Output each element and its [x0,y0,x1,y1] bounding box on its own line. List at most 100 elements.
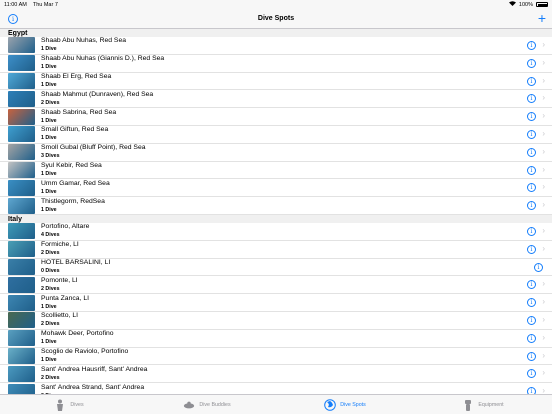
info-icon[interactable]: i [527,280,536,290]
list-item[interactable]: Shaab Abu Nuhas (Giannis D.), Red Sea 1 D… [0,55,552,73]
list-item[interactable]: Scollietto, LI 2 Dives i › [0,312,552,330]
chevron-right-icon: › [542,200,545,210]
list-item[interactable]: Shaab El Erg, Red Sea 1 Dive i › [0,72,552,91]
list-item[interactable]: Punta Zanca, LI 1 Dive i › [0,294,552,312]
dive-spot-photo [8,258,35,275]
tab-label: Dive Buddies [199,401,231,408]
dive-count: 1 Dive [41,135,57,142]
dive-count: 1 Dive [41,188,57,195]
dive-spot-photo [8,347,35,364]
info-icon[interactable]: i [527,112,536,122]
status-time: 11:00 AM [4,1,27,8]
dive-count: 1 Dive [41,81,57,88]
chevron-right-icon: › [542,243,545,253]
chevron-right-icon: › [542,350,545,360]
list-item[interactable]: Formiche, LI 2 Dives i › [0,241,552,259]
list-item[interactable]: Thistlegorm, RedSea 1 Dive i › [0,197,552,215]
dive-count: 1 Dive [41,64,57,71]
info-icon[interactable]: i [527,147,536,157]
list-item[interactable]: Syul Kebir, Red Sea 1 Dive i › [0,161,552,180]
chevron-right-icon: › [542,386,545,394]
dive-spot-name: Shaab Abu Nuhas, Red Sea [41,37,127,45]
info-icon[interactable]: i [527,387,536,394]
dive-spot-name: Punta Zanca, LI [41,294,89,302]
info-icon[interactable]: i [527,244,536,254]
dive-spot-name: Scollietto, LI [41,312,79,320]
dive-spot-name: HOTEL BARSALINI, LI [41,258,111,266]
chevron-right-icon: › [542,225,545,235]
list-item[interactable]: Umm Gamar, Red Sea 1 Dive i › [0,179,552,198]
dive-spot-photo [8,161,35,178]
list-item[interactable]: Shaab Mahmut (Dunraven), Red Sea 2 Dives i… [0,90,552,109]
dive-spot-photo [8,179,35,196]
list-item[interactable]: Small Giftun, Red Sea 1 Dive i › [0,126,552,144]
dive-spot-name: Sant' Andrea Strand, Sant' Andrea [41,383,145,391]
dive-spot-photo [8,197,35,214]
list-item[interactable]: Portofino, Altare 4 Dives i › [0,223,552,241]
dive-spots-list[interactable]: Egypt Shaab Abu Nuhas, Red Sea 1 Dive i › Sha… [0,29,552,394]
dive-spot-name: Mohawk Deer, Portofino [41,330,114,338]
list-item[interactable]: Mohawk Deer, Portofino 1 Dive i › [0,330,552,348]
dive-spot-name: Scoglio de Raviolo, Portofino [41,347,129,355]
chevron-right-icon: › [542,40,545,49]
info-icon[interactable]: i [527,333,536,343]
dive-spot-name: Thistlegorm, RedSea [41,197,105,205]
dive-spot-name: Portofino, Altare [41,223,90,231]
dive-spot-photo [8,144,35,161]
info-icon[interactable]: i [527,58,536,68]
list-item[interactable]: HOTEL BARSALINI, LI 0 Dives i [0,258,552,277]
globe-icon [324,398,336,411]
dive-count: 1 Dive [41,303,57,310]
dive-count: 1 Dive [41,170,57,177]
list-item[interactable]: Sant' Andrea Strand, Sant' Andrea2 Dives… [0,383,552,394]
list-item[interactable]: Shaab Sabrina, Red Sea 1 Dive i › [0,108,552,126]
info-icon[interactable]: i [527,201,536,211]
status-date: Thu Mar 7 [32,1,58,8]
info-icon[interactable]: i [527,129,536,139]
dive-spot-photo [8,72,35,89]
buddies-icon [183,399,195,411]
chevron-right-icon: › [542,111,545,121]
status-bar: 11:00 AM Thu Mar 7 100% [0,0,552,9]
dive-count: 1 Dive [41,46,57,53]
info-icon[interactable]: i [527,298,536,308]
info-icon[interactable]: i [534,262,543,272]
info-icon[interactable]: i [527,369,536,379]
info-icon[interactable]: i [527,76,536,86]
dive-count: 0 Dives [41,267,60,274]
info-button[interactable]: i [8,14,18,24]
dive-count: 1 Dive [41,117,57,124]
dive-count: 2 Dives [41,250,60,257]
tab-dive-buddies[interactable]: Dive Buddies [138,395,276,414]
dive-spot-name: Smoll Gubal (Bluff Point), Red Sea [41,144,146,152]
chevron-right-icon: › [542,182,545,192]
tab-equipment[interactable]: Equipment [414,395,552,414]
list-item[interactable]: Smoll Gubal (Bluff Point), Red Sea 3 Dive… [0,144,552,162]
info-icon[interactable]: i [527,226,536,236]
chevron-right-icon: › [542,75,545,85]
battery-icon [536,2,548,7]
dive-spot-name: Syul Kebir, Red Sea [41,161,102,169]
info-icon[interactable]: i [527,41,536,50]
tab-dives[interactable]: Dives [0,395,138,414]
tab-dive-spots[interactable]: Dive Spots [276,395,414,414]
dive-count: 2 Dives [41,285,60,292]
dive-spot-name: Shaab Mahmut (Dunraven), Red Sea [41,90,154,98]
dive-spot-photo [8,294,35,311]
info-icon[interactable]: i [527,165,536,175]
info-icon[interactable]: i [527,94,536,104]
list-item[interactable]: Pomonte, LI 2 Dives i › [0,276,552,295]
list-item[interactable]: Scoglio de Raviolo, Portofino 1 Dive i › [0,347,552,366]
section-header: Egypt [0,29,552,37]
dive-spot-name: Sant' Andrea Hausriff, Sant' Andrea [41,365,148,373]
list-item[interactable]: Sant' Andrea Hausriff, Sant' Andrea 2 Div… [0,365,552,384]
info-icon[interactable]: i [527,183,536,193]
info-icon[interactable]: i [527,351,536,361]
chevron-right-icon: › [542,297,545,307]
tab-label: Dive Spots [340,401,366,408]
add-dive-spot-button[interactable]: + [538,11,546,25]
info-icon[interactable]: i [527,315,536,325]
dive-count: 2 Dives [41,99,60,106]
list-item[interactable]: Shaab Abu Nuhas, Red Sea 1 Dive i › [0,37,552,55]
tab-bar: Dives Dive Buddies Dive Spots Equipment [0,394,552,414]
